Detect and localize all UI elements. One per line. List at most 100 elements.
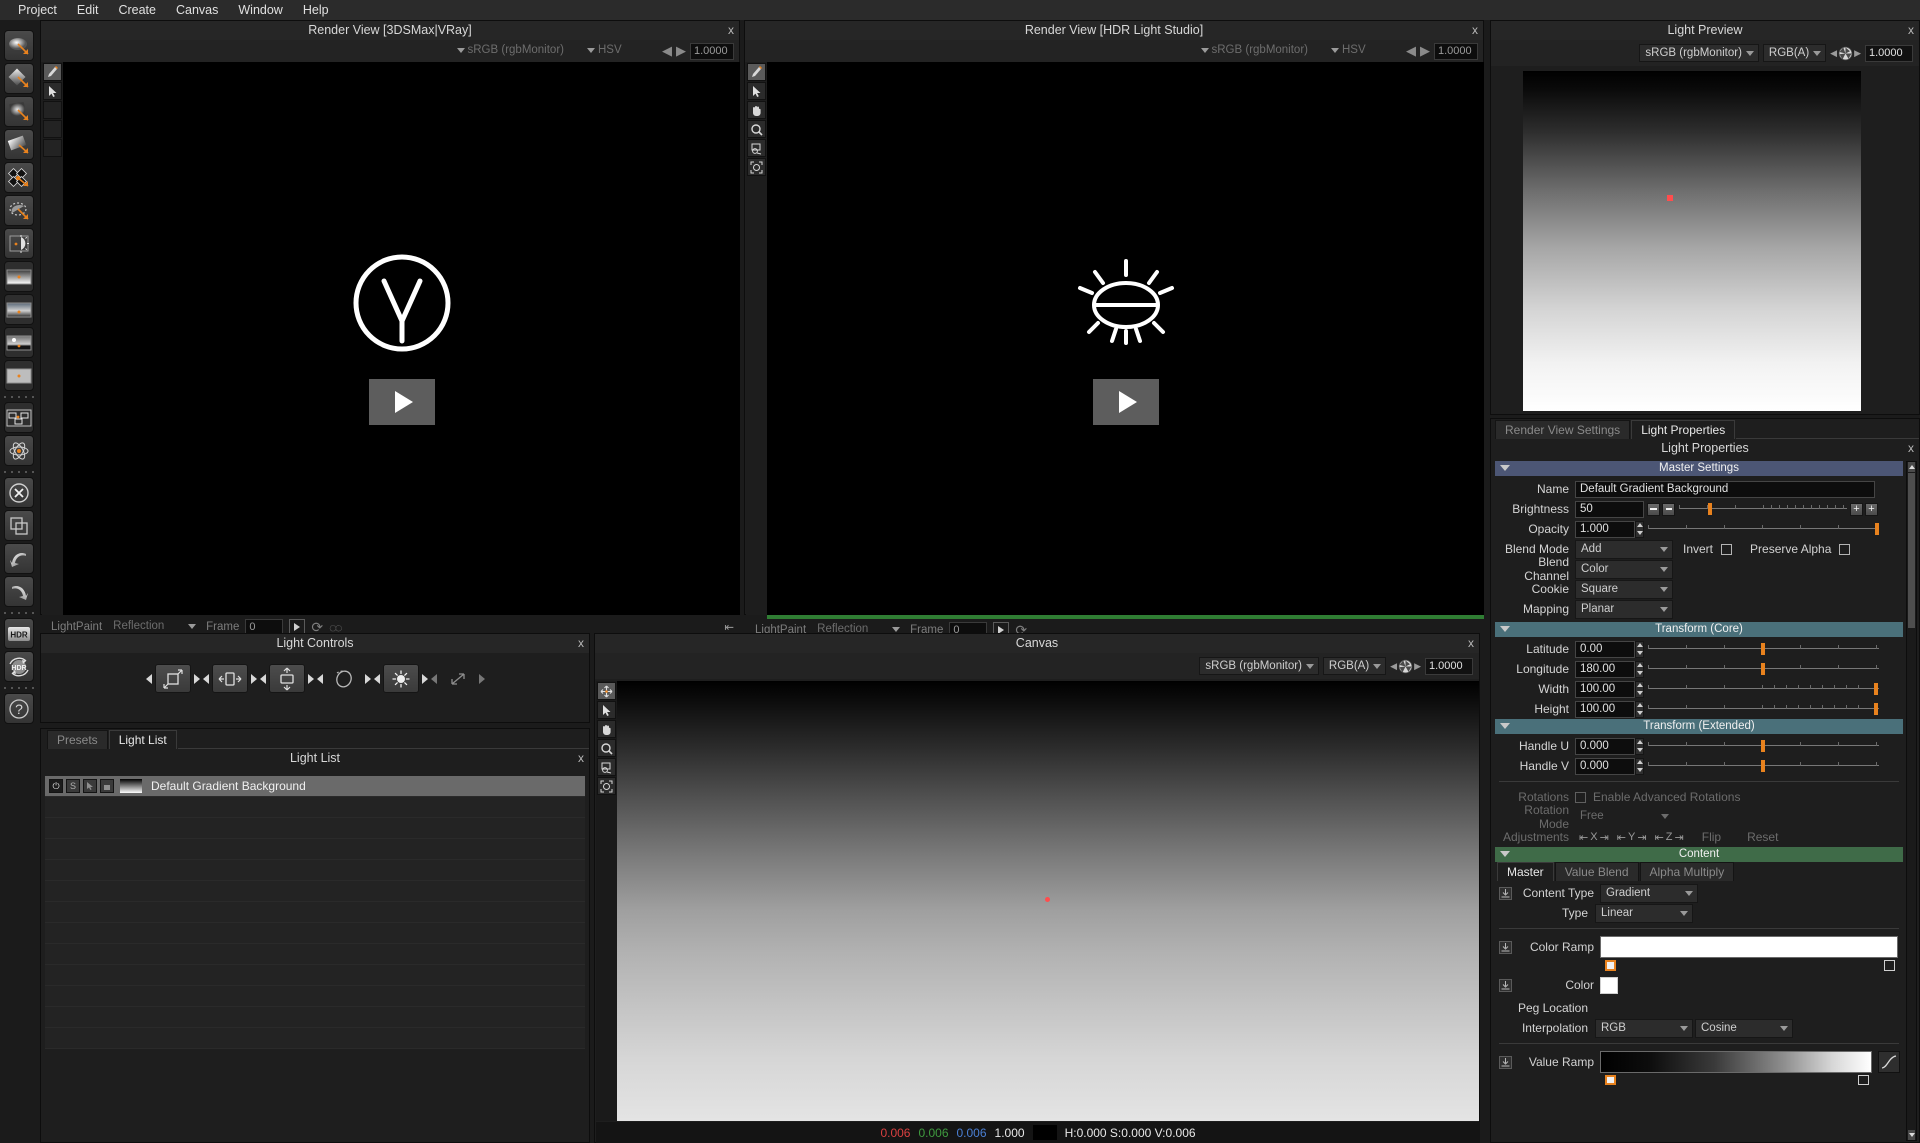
exposure-down-icon[interactable]: ◀	[662, 43, 672, 59]
flip-z-left-icon[interactable]: ⇤	[1655, 831, 1664, 844]
color-ramp-peg-right[interactable]	[1884, 960, 1895, 971]
content-type-load-icon[interactable]	[1499, 886, 1512, 900]
menu-item-project[interactable]: Project	[8, 0, 67, 20]
color-swatch[interactable]	[1600, 976, 1618, 994]
list-item-empty[interactable]	[45, 818, 585, 839]
handle-u-stepper[interactable]	[1635, 737, 1644, 755]
pointer-icon[interactable]	[597, 701, 616, 719]
scale-left-arrow-icon[interactable]	[145, 673, 152, 684]
properties-scrollbar[interactable]	[1906, 461, 1917, 1141]
close-icon[interactable]: x	[1472, 21, 1478, 40]
channel-select-left[interactable]: HSV	[584, 42, 658, 60]
collapse-arrow-icon-left[interactable]: ⇤	[724, 620, 734, 634]
blend-channel-select[interactable]: Color	[1575, 559, 1673, 579]
flip-y-left-icon[interactable]: ⇤	[1617, 831, 1626, 844]
channel-select-preview[interactable]: RGB(A)	[1762, 44, 1827, 62]
height-field[interactable]	[1575, 700, 1635, 718]
rotate-control-icon[interactable]	[326, 664, 362, 693]
render-tool-slot-4[interactable]	[43, 120, 62, 138]
help-icon[interactable]: ?	[4, 693, 34, 724]
pointer-icon[interactable]	[747, 82, 766, 100]
handle-v-field[interactable]	[1575, 757, 1635, 775]
minus-small-icon[interactable]	[1662, 502, 1675, 516]
hdr-load-icon[interactable]: HDR	[4, 618, 34, 649]
hdr-refresh-icon[interactable]: HDR	[4, 651, 34, 682]
scroll-thumb[interactable]	[1908, 473, 1915, 628]
flip-button[interactable]: Flip	[1702, 830, 1721, 844]
handle-v-slider[interactable]	[1648, 760, 1879, 772]
brightness-left-arrow-icon[interactable]	[373, 673, 380, 684]
power-icon[interactable]: ⏻	[49, 779, 63, 793]
flip-z-right-icon[interactable]: ⇥	[1675, 831, 1684, 844]
brightness-right-arrow-icon[interactable]	[421, 673, 428, 684]
handle-v-stepper[interactable]	[1635, 757, 1644, 775]
section-master-settings[interactable]: Master Settings	[1495, 461, 1903, 476]
handle-u-slider[interactable]	[1648, 740, 1879, 752]
duplicate-icon[interactable]	[4, 510, 34, 541]
list-item-empty[interactable]	[45, 944, 585, 965]
channel-select-right[interactable]: HSV	[1328, 42, 1402, 60]
list-item-empty[interactable]	[45, 881, 585, 902]
exposure-up-icon[interactable]: ▶	[1420, 43, 1430, 59]
tab-content-value-blend[interactable]: Value Blend	[1554, 862, 1639, 881]
opacity-field[interactable]	[1575, 520, 1635, 538]
diagonal-right-arrow-icon[interactable]	[478, 673, 485, 684]
type-select[interactable]: Linear	[1595, 903, 1693, 923]
list-item-empty[interactable]	[45, 965, 585, 986]
axis-z-group[interactable]: ⇤ Z ⇥	[1655, 831, 1684, 844]
hand-icon[interactable]	[747, 101, 766, 119]
fit-icon[interactable]	[597, 758, 616, 776]
color-ramp-peg-left[interactable]	[1605, 960, 1616, 971]
brightness-increment-group[interactable]: + +	[1850, 502, 1878, 516]
brush-icon[interactable]	[747, 63, 766, 81]
list-item[interactable]: ⏻ S Default Gradient Background	[45, 776, 585, 797]
colorspace-select-right[interactable]: sRGB (rgbMonitor)	[1198, 42, 1325, 60]
light-square-soft-icon[interactable]	[4, 96, 34, 127]
plus-large-icon[interactable]: +	[1865, 502, 1878, 516]
latitude-field[interactable]	[1575, 640, 1635, 658]
value-ramp-curve-button[interactable]	[1878, 1051, 1900, 1073]
exposure-value-canvas[interactable]: 1.0000	[1425, 657, 1473, 675]
width-field[interactable]	[1575, 680, 1635, 698]
axis-x-group[interactable]: ⇤ X ⇥	[1579, 831, 1609, 844]
close-icon[interactable]: x	[1468, 634, 1474, 653]
light-diamond-icon[interactable]	[4, 63, 34, 94]
opacity-stepper[interactable]	[1635, 520, 1644, 538]
close-icon[interactable]: x	[728, 21, 734, 40]
play-button-left[interactable]	[368, 378, 435, 425]
name-field[interactable]	[1575, 480, 1875, 498]
menu-item-window[interactable]: Window	[228, 0, 292, 20]
gradient-content-icon[interactable]	[4, 261, 34, 292]
diagonal-left-arrow-icon[interactable]	[430, 673, 437, 684]
flip-x-left-icon[interactable]: ⇤	[1579, 831, 1588, 844]
pointer-icon[interactable]	[43, 82, 62, 100]
color-ramp-load-icon[interactable]	[1499, 940, 1512, 954]
colorspace-select-left[interactable]: sRGB (rgbMonitor)	[454, 42, 581, 60]
tab-content-alpha-multiply[interactable]: Alpha Multiply	[1639, 862, 1735, 881]
list-item-empty[interactable]	[45, 1007, 585, 1028]
reset-button[interactable]: Reset	[1747, 830, 1778, 844]
brightness-control-icon[interactable]	[382, 664, 419, 693]
exposure-value-right[interactable]: 1.0000	[1434, 42, 1478, 60]
zoom-icon[interactable]	[597, 739, 616, 757]
width-left-arrow-icon[interactable]	[202, 673, 209, 684]
width-stepper[interactable]	[1635, 680, 1644, 698]
section-transform-extended[interactable]: Transform (Extended)	[1495, 719, 1903, 734]
mapping-select[interactable]: Planar	[1575, 599, 1673, 619]
light-card-icon[interactable]	[4, 129, 34, 160]
scroll-up-icon[interactable]	[1908, 462, 1915, 472]
opacity-slider[interactable]	[1648, 523, 1879, 535]
list-item-empty[interactable]	[45, 839, 585, 860]
height-left-arrow-icon[interactable]	[259, 673, 266, 684]
menu-item-help[interactable]: Help	[293, 0, 339, 20]
cookie-select[interactable]: Square	[1575, 579, 1673, 599]
interpolation-curve-select[interactable]: Cosine	[1695, 1018, 1793, 1038]
zoom-icon[interactable]	[747, 120, 766, 138]
hand-icon[interactable]	[597, 720, 616, 738]
colorspace-select-canvas[interactable]: sRGB (rgbMonitor)	[1199, 657, 1319, 675]
value-ramp-load-icon[interactable]	[1499, 1055, 1512, 1069]
canvas-image[interactable]	[617, 681, 1479, 1121]
width-right-arrow-icon[interactable]	[250, 673, 257, 684]
undo-icon[interactable]	[4, 543, 34, 574]
play-button-right[interactable]	[1092, 378, 1159, 425]
